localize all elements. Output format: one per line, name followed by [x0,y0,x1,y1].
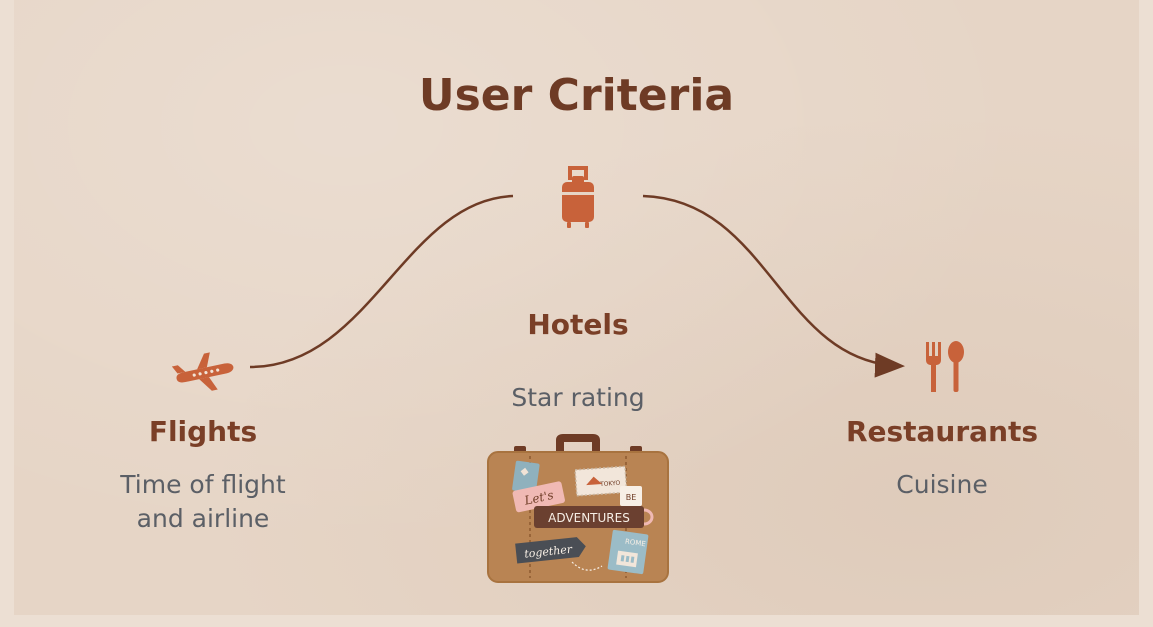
sticker-be-text: BE [626,493,637,502]
curve-flights-to-hotels [249,194,514,369]
flights-description-line2: and airline [136,504,270,533]
hotels-description: Star rating [511,383,645,412]
curve-hotels-to-restaurants [642,194,905,378]
flights-heading: Flights [148,415,258,448]
restaurants-heading: Restaurants [845,415,1039,448]
luggage-icon [562,166,594,228]
suitcase-illustration: Let's TOKYO BE ADVENTURES together ROME [487,434,669,583]
restaurants-description: Cuisine [896,470,988,499]
flights-description-line1: Time of flight [120,470,286,499]
sticker-tokyo-text: TOKYO [599,480,621,488]
hotels-heading: Hotels [527,308,629,341]
airplane-icon [172,352,234,391]
flights-description: Time of flight and airline [83,468,323,536]
slide: User Criteria Flights Time of flight and… [0,0,1153,627]
sticker-adventures-text: ADVENTURES [548,511,630,525]
fork-spoon-icon [926,341,964,392]
